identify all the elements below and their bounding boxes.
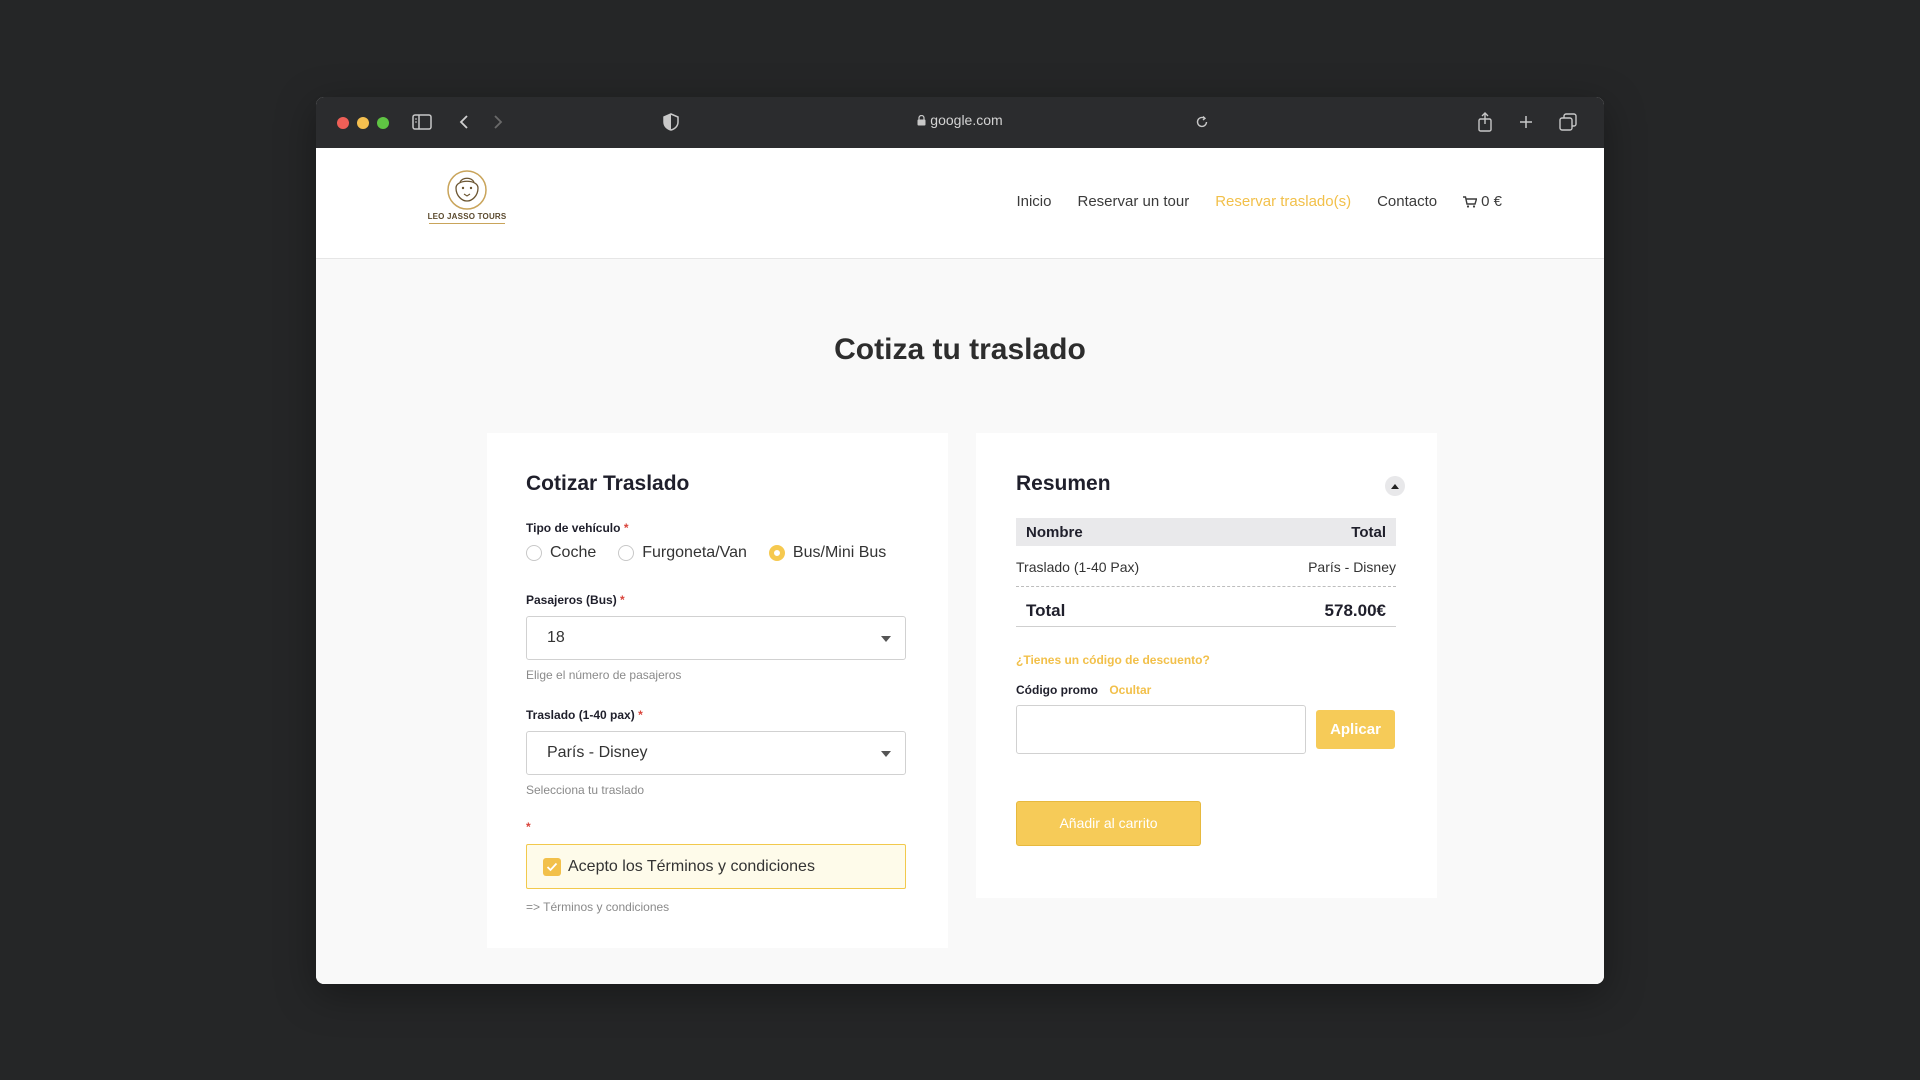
vehicle-option-label: Coche (550, 544, 597, 561)
transfer-select[interactable]: París - Disney (526, 731, 906, 775)
cart-total: 0 € (1481, 193, 1502, 210)
passengers-label-text: Pasajeros (Bus) (526, 593, 617, 607)
collapse-summary-button[interactable] (1385, 476, 1405, 496)
passengers-select[interactable]: 18 (526, 616, 906, 660)
promo-code-input[interactable] (1016, 705, 1306, 754)
web-page: LEO JASSO TOURS Inicio Reservar un tour … (316, 148, 1604, 984)
nav-item-contacto[interactable]: Contacto (1377, 193, 1437, 210)
total-value: 578.00€ (1324, 601, 1386, 620)
transfer-label-text: Traslado (1-40 pax) (526, 708, 635, 722)
nav-item-reservar-traslados[interactable]: Reservar traslado(s) (1215, 193, 1351, 210)
chevron-down-icon (881, 636, 891, 642)
new-tab-icon[interactable] (1519, 110, 1533, 134)
add-to-cart-button[interactable]: Añadir al carrito (1016, 801, 1201, 846)
transfer-value: París - Disney (547, 744, 648, 761)
radio-bus[interactable] (768, 545, 785, 561)
summary-table-header: Nombre Total (1016, 518, 1396, 546)
passengers-value: 18 (547, 629, 565, 646)
vehicle-type-label: Tipo de vehículo * (526, 521, 628, 535)
quote-form-card: Cotizar Traslado Tipo de vehículo * Coch… (487, 433, 948, 948)
site-header: LEO JASSO TOURS Inicio Reservar un tour … (316, 148, 1604, 259)
nav-item-reservar-tour[interactable]: Reservar un tour (1078, 193, 1190, 210)
browser-toolbar: google.com (316, 97, 1604, 148)
required-mark: * (623, 521, 629, 535)
apply-promo-button[interactable]: Aplicar (1316, 710, 1395, 749)
transfer-hint: Selecciona tu traslado (526, 783, 645, 797)
promo-code-label-text: Código promo (1016, 683, 1098, 697)
promo-code-label: Código promo Ocultar (1016, 683, 1151, 697)
form-title: Cotizar Traslado (526, 472, 690, 495)
nav-item-inicio[interactable]: Inicio (1016, 193, 1051, 210)
vehicle-option-bus[interactable]: Bus/Mini Bus (768, 544, 887, 562)
vehicle-option-furgoneta[interactable]: Furgoneta/Van (618, 544, 747, 562)
share-icon[interactable] (1477, 110, 1493, 134)
logo-text: LEO JASSO TOURS (427, 212, 507, 221)
chevron-up-icon (1391, 483, 1399, 489)
terms-link[interactable]: => Términos y condiciones (526, 900, 669, 914)
table-row: Traslado (1-40 Pax) París - Disney (1016, 546, 1396, 587)
vehicle-option-label: Bus/Mini Bus (792, 544, 887, 561)
summary-total-row: Total 578.00€ (1016, 593, 1396, 627)
cart-icon (1463, 195, 1478, 208)
radio-coche[interactable] (526, 545, 542, 561)
passengers-hint: Elige el número de pasajeros (526, 668, 682, 682)
checkmark-icon (546, 862, 558, 871)
page-title: Cotiza tu traslado (834, 333, 1086, 366)
lion-logo-icon (447, 170, 487, 210)
cart-link[interactable]: 0 € (1463, 193, 1502, 210)
tab-overview-icon[interactable] (1559, 110, 1577, 134)
url-text: google.com (930, 112, 1003, 128)
vehicle-option-label: Furgoneta/Van (642, 544, 747, 561)
summary-title: Resumen (1016, 472, 1111, 495)
column-header-nombre: Nombre (1026, 524, 1083, 541)
passengers-label: Pasajeros (Bus) * (526, 593, 625, 607)
browser-window: google.com LEO JASSO TOURS Inicio Reserv… (316, 97, 1604, 984)
total-label: Total (1026, 601, 1066, 620)
required-mark: * (638, 708, 643, 722)
row-total: París - Disney (1308, 559, 1396, 575)
row-name: Traslado (1-40 Pax) (1016, 559, 1140, 575)
address-bar[interactable]: google.com (316, 112, 1604, 129)
transfer-label: Traslado (1-40 pax) * (526, 708, 643, 722)
site-logo[interactable]: LEO JASSO TOURS (423, 168, 511, 238)
discount-code-link[interactable]: ¿Tienes un código de descuento? (1016, 653, 1210, 667)
lock-icon (917, 113, 926, 129)
logo-tagline-line (429, 223, 505, 227)
vehicle-option-coche[interactable]: Coche (526, 544, 596, 562)
reload-icon[interactable] (1195, 110, 1209, 134)
column-header-total: Total (1351, 524, 1386, 541)
summary-card: Resumen Nombre Total Traslado (1-40 Pax)… (976, 433, 1437, 898)
hide-promo-link[interactable]: Ocultar (1109, 683, 1151, 697)
vehicle-type-radio-group: Coche Furgoneta/Van Bus/Mini Bus (526, 544, 908, 562)
radio-furgoneta[interactable] (618, 545, 635, 561)
vehicle-type-label-text: Tipo de vehículo (526, 521, 621, 535)
required-mark: * (620, 593, 625, 607)
terms-checkbox[interactable] (543, 857, 561, 876)
terms-checkbox-field[interactable]: Acepto los Términos y condiciones (526, 844, 906, 889)
chevron-down-icon (881, 751, 891, 757)
terms-label: Acepto los Términos y condiciones (568, 857, 815, 875)
terms-required-mark: * (526, 820, 531, 834)
main-navigation: Inicio Reservar un tour Reservar traslad… (1016, 193, 1502, 210)
